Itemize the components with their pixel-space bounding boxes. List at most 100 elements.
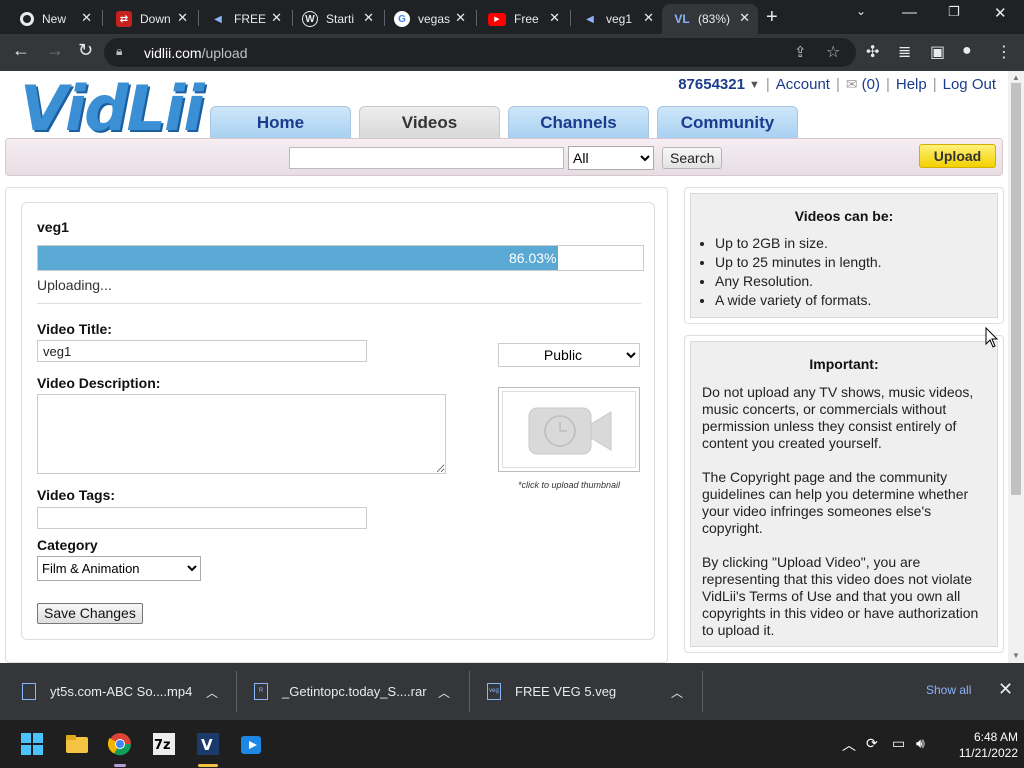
mail-icon[interactable]: ✉ — [846, 76, 858, 93]
browser-tab[interactable]: ▶ Free ✕ — [476, 4, 568, 34]
download-name: yt5s.com-ABC So....mp4 — [50, 684, 193, 699]
close-icon[interactable]: ✕ — [271, 10, 282, 26]
nav-tab-channels[interactable]: Channels — [508, 106, 649, 138]
extensions-icon[interactable]: ✣ — [866, 42, 879, 62]
search-scope-select[interactable]: All — [568, 146, 654, 170]
close-icon[interactable]: ✕ — [643, 10, 654, 26]
forward-icon[interactable]: → — [46, 40, 64, 61]
tab-title: FREE — [234, 12, 266, 26]
tab-title: vegas — [418, 12, 450, 26]
wordpress-icon: W — [302, 11, 318, 27]
browser-tab[interactable]: ◀ FREE ✕ — [198, 4, 290, 34]
file-explorer-icon[interactable] — [65, 732, 89, 756]
web-page: VidLii 87654321 ▼ | Account | ✉ (0) | He… — [0, 71, 1008, 663]
browser-tab[interactable]: New ✕ — [8, 4, 100, 34]
download-item[interactable]: veg FREE VEG 5.veg ︿ — [487, 663, 697, 720]
close-icon[interactable]: ✕ — [739, 10, 750, 26]
upload-button[interactable]: Upload — [919, 144, 996, 168]
chevron-down-icon[interactable]: ▼ — [749, 79, 760, 91]
chevron-up-icon[interactable]: ︿ — [206, 684, 218, 701]
clock-time: 6:48 AM — [973, 730, 1018, 744]
important-notice-box: Important: Do not upload any TV shows, m… — [684, 335, 1004, 653]
tab-search-icon[interactable]: ⌄ — [856, 4, 866, 18]
minimize-icon[interactable]: — — [902, 4, 917, 21]
media-control-icon[interactable]: ≣ — [898, 42, 911, 62]
7zip-icon[interactable]: 7z — [152, 732, 176, 756]
share-icon[interactable]: ⇪ — [794, 43, 807, 61]
user-id-link[interactable]: 87654321 — [678, 76, 745, 93]
close-icon[interactable]: ✕ — [177, 10, 188, 26]
browser-tab-active[interactable]: VL (83%) ✕ — [662, 4, 758, 34]
chevron-up-icon[interactable]: ︿ — [438, 684, 450, 701]
vegas-icon[interactable]: V — [196, 732, 220, 756]
list-item: A wide variety of formats. — [715, 291, 997, 310]
url-text: vidlii.com/upload — [144, 45, 248, 61]
download-item[interactable]: yt5s.com-ABC So....mp4 ︿ — [22, 663, 232, 720]
browser-tab[interactable]: ◀ veg1 ✕ — [570, 4, 662, 34]
chevron-up-icon[interactable]: ︿ — [671, 684, 683, 701]
chevron-up-icon[interactable]: ︿ — [842, 735, 856, 755]
close-window-icon[interactable]: ✕ — [994, 4, 1007, 22]
video-description-textarea[interactable] — [37, 394, 446, 474]
nav-tab-videos[interactable]: Videos — [359, 106, 500, 138]
close-icon[interactable]: ✕ — [81, 10, 92, 26]
browser-tab[interactable]: ⇄ Down ✕ — [104, 4, 196, 34]
site-logo[interactable]: VidLii — [20, 77, 205, 141]
page-scrollbar[interactable]: ▲ ▼ — [1008, 71, 1024, 663]
bookmark-star-icon[interactable]: ☆ — [826, 42, 840, 62]
thumbnail-caption: *click to upload thumbnail — [517, 480, 621, 490]
notice-paragraph: The Copyright page and the community gui… — [702, 469, 969, 536]
tab-title: Starti — [326, 12, 355, 26]
show-all-button[interactable]: Show all — [926, 683, 971, 697]
address-bar[interactable]: 🔒︎ vidlii.com/upload ⇪ ☆ — [104, 38, 856, 67]
scroll-down-icon[interactable]: ▼ — [1012, 651, 1020, 660]
browser-tab[interactable]: W Starti ✕ — [290, 4, 382, 34]
logout-link[interactable]: Log Out — [943, 76, 996, 93]
save-changes-button[interactable]: Save Changes — [37, 603, 143, 624]
category-select[interactable]: Film & Animation — [37, 556, 201, 581]
browser-tab[interactable]: G vegas ✕ — [382, 4, 474, 34]
inbox-count[interactable]: (0) — [862, 76, 880, 93]
thumbnail-upload-area[interactable] — [498, 387, 640, 472]
tab-title: New — [42, 12, 67, 26]
network-icon[interactable]: ⟳ — [866, 735, 878, 752]
restore-icon[interactable]: ❐ — [948, 4, 960, 20]
divider — [37, 303, 641, 304]
info-list: Up to 2GB in size. Up to 25 minutes in l… — [715, 234, 997, 310]
google-icon: G — [394, 11, 410, 27]
nav-tab-community[interactable]: Community — [657, 106, 798, 138]
youtube-icon: ▶ — [488, 12, 506, 26]
system-clock[interactable]: 6:48 AM 11/21/2022 — [942, 729, 1018, 761]
volume-icon[interactable]: 🔊︎ — [916, 735, 925, 752]
video-tags-input[interactable] — [37, 507, 367, 529]
browser-tab-strip: New ✕ ⇄ Down ✕ ◀ FREE ✕ W Starti ✕ G veg… — [0, 0, 1024, 34]
back-icon[interactable]: ← — [12, 40, 30, 61]
download-item[interactable]: R _Getintopc.today_S....rar ︿ — [254, 663, 464, 720]
side-panel-icon[interactable]: ▣ — [930, 42, 945, 62]
video-camera-icon — [528, 407, 612, 455]
chrome-taskbar-icon[interactable] — [108, 732, 132, 756]
clock-date: 11/21/2022 — [958, 746, 1018, 760]
scroll-up-icon[interactable]: ▲ — [1012, 73, 1020, 82]
close-icon[interactable]: ✕ — [363, 10, 374, 26]
profile-icon[interactable]: ● — [962, 42, 972, 60]
new-tab-button[interactable]: + — [766, 6, 778, 29]
windows-start-icon[interactable] — [20, 732, 44, 756]
display-icon[interactable]: ▭ — [892, 735, 905, 752]
close-icon[interactable]: ✕ — [549, 10, 560, 26]
menu-icon[interactable]: ⋮ — [996, 42, 1012, 62]
progress-fill: 86.03% — [38, 246, 559, 270]
search-input[interactable] — [289, 147, 564, 169]
account-link[interactable]: Account — [776, 76, 830, 93]
nav-tab-home[interactable]: Home — [210, 106, 351, 138]
reload-icon[interactable]: ↻ — [78, 40, 93, 61]
media-player-icon[interactable] — [240, 732, 264, 756]
privacy-select[interactable]: Public — [498, 343, 640, 367]
scroll-thumb[interactable] — [1011, 83, 1021, 495]
chrome-icon — [20, 12, 34, 26]
help-link[interactable]: Help — [896, 76, 927, 93]
video-title-input[interactable] — [37, 340, 367, 362]
search-button[interactable]: Search — [662, 147, 723, 169]
close-icon[interactable]: ✕ — [455, 10, 466, 26]
close-shelf-icon[interactable]: ✕ — [998, 679, 1013, 700]
